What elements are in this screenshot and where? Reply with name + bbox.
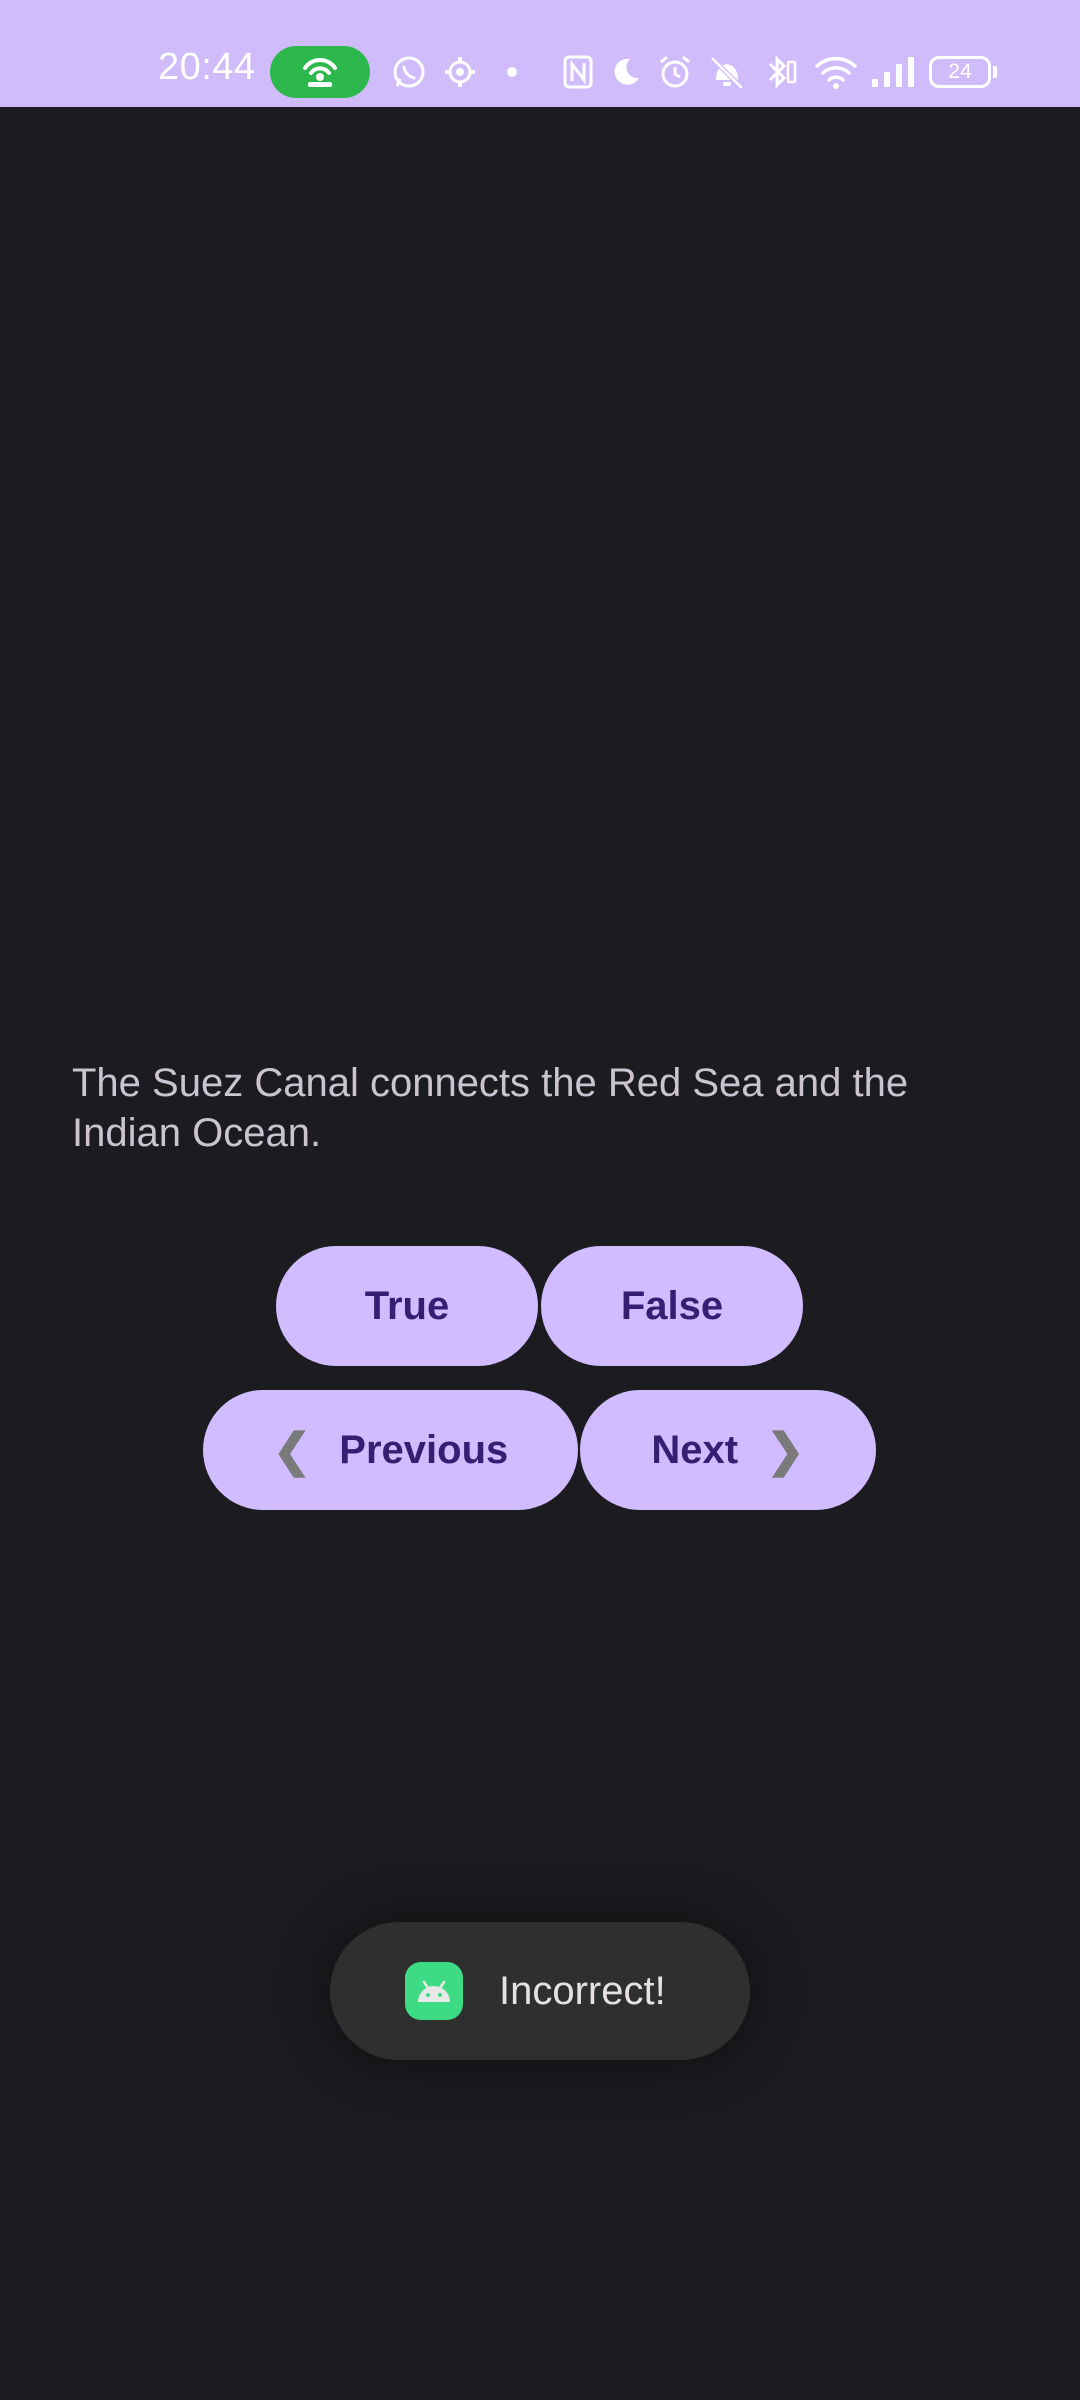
moon-icon [609, 52, 643, 92]
status-bar: 20:44 24 [0, 0, 1080, 107]
battery-level: 24 [948, 60, 972, 83]
chevron-left-icon: ❮ [272, 1424, 312, 1476]
false-button[interactable]: False [541, 1246, 803, 1366]
screen: 20:44 24 The Suez Canal connects the Red… [0, 0, 1080, 2400]
chevron-right-icon: ❯ [766, 1424, 805, 1476]
status-time: 20:44 [158, 46, 256, 88]
toast-message: Incorrect! [499, 1968, 666, 2013]
question-text: The Suez Canal connects the Red Sea and … [72, 1061, 909, 1155]
previous-button[interactable]: ❮ Previous [203, 1390, 578, 1510]
vibrate-off-icon [705, 52, 749, 92]
whatsapp-icon [390, 52, 428, 92]
battery-cap [993, 66, 997, 78]
settings-gear-icon [441, 52, 479, 92]
next-button[interactable]: Next ❯ [580, 1390, 876, 1510]
nfc-icon [561, 52, 595, 92]
dot-icon [502, 52, 522, 92]
signal-icon [867, 52, 917, 92]
true-button[interactable]: True [276, 1246, 538, 1366]
next-button-label: Next [651, 1427, 739, 1472]
false-button-label: False [620, 1283, 724, 1328]
previous-button-label: Previous [339, 1427, 509, 1472]
hotspot-icon[interactable] [270, 46, 370, 98]
true-button-label: True [364, 1283, 450, 1328]
bluetooth-icon [763, 52, 799, 92]
battery-icon: 24 [929, 56, 991, 88]
android-icon [405, 1962, 463, 2020]
wifi-icon [814, 52, 858, 92]
toast: Incorrect! [330, 1922, 750, 2060]
alarm-icon [656, 52, 694, 92]
